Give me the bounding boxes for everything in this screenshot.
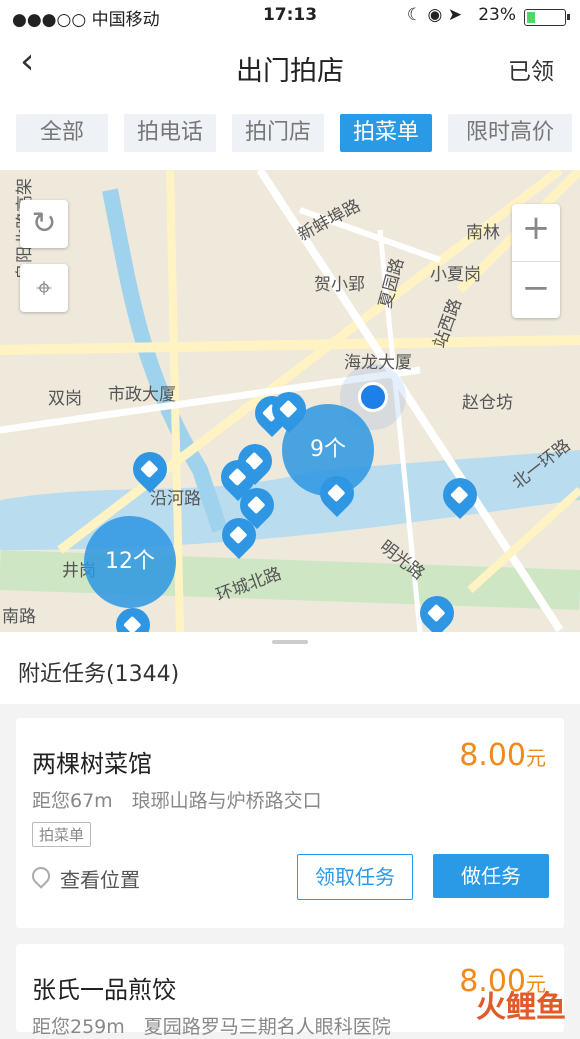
- zoom-out-button[interactable]: −: [512, 264, 560, 312]
- cluster-marker[interactable]: 12个: [84, 516, 176, 608]
- filter-tabs: 全部 拍电话 拍门店 拍菜单 限时高价: [0, 98, 580, 170]
- store-name: 两棵树菜馆: [32, 750, 152, 778]
- map-label: 小夏岗: [430, 265, 481, 285]
- battery-icon: [524, 9, 570, 26]
- claimed-button[interactable]: 已领: [508, 52, 554, 86]
- map-label: 南路: [2, 607, 36, 627]
- tab-limited-high-price[interactable]: 限时高价: [448, 114, 572, 152]
- sheet-drag-handle[interactable]: [272, 640, 308, 644]
- tab-menu[interactable]: 拍菜单: [340, 114, 432, 152]
- status-icons: ☾ ◉ ➤: [406, 5, 462, 25]
- map-label: 市政大厦: [108, 385, 176, 405]
- crosshair-icon: ⌖: [36, 271, 52, 304]
- tab-all[interactable]: 全部: [16, 114, 108, 152]
- map-label: 贺小郢: [314, 275, 365, 295]
- do-task-button[interactable]: 做任务: [433, 854, 549, 898]
- location-pin-icon: [28, 863, 54, 889]
- task-type-tag: 拍菜单: [32, 822, 92, 847]
- tab-phone[interactable]: 拍电话: [124, 114, 216, 152]
- battery-percent: 23%: [478, 5, 516, 25]
- claim-task-button[interactable]: 领取任务: [297, 854, 413, 900]
- store-distance-address: 距您67m 琅琊山路与炉桥路交口: [32, 790, 322, 812]
- map-view[interactable]: 新蚌埠路 贺小郢 小夏岗 南林 海龙大厦 市政大厦 双岗 赵仓坊 北一环路 明光…: [0, 170, 580, 632]
- zoom-control: + −: [512, 204, 560, 318]
- locate-button[interactable]: ⌖: [20, 264, 68, 312]
- map-label: 赵仓坊: [462, 393, 513, 413]
- map-label: 海龙大厦: [344, 353, 412, 373]
- price-value: 8.00: [459, 738, 526, 773]
- refresh-icon: ↻: [31, 206, 57, 241]
- zoom-in-button[interactable]: +: [512, 204, 560, 252]
- current-location-marker: [358, 382, 388, 412]
- view-location-link[interactable]: 查看位置: [28, 863, 140, 893]
- nav-bar: ‹ 出门拍店 已领: [0, 32, 580, 98]
- map-label: 双岗: [48, 389, 82, 409]
- view-location-label: 查看位置: [60, 868, 140, 892]
- task-price: 8.00元: [459, 738, 546, 773]
- status-bar: ●●●○○ 中国移动 17:13 ☾ ◉ ➤ 23%: [0, 0, 580, 32]
- page-title: 出门拍店: [236, 56, 344, 87]
- store-distance-address: 距您259m 夏园路罗马三期名人眼科医院: [32, 1016, 391, 1038]
- store-name: 张氏一品煎饺: [32, 976, 176, 1004]
- price-unit: 元: [526, 746, 546, 770]
- tab-storefront[interactable]: 拍门店: [232, 114, 324, 152]
- task-count-title: 附近任务(1344): [18, 662, 180, 687]
- task-card[interactable]: 两棵树菜馆 8.00元 距您67m 琅琊山路与炉桥路交口 拍菜单 查看位置 领取…: [16, 718, 564, 928]
- map-label: 南林: [466, 223, 500, 243]
- map-label: 沿河路: [150, 489, 201, 509]
- refresh-button[interactable]: ↻: [20, 200, 68, 248]
- watermark-logo: 火鲤鱼: [476, 990, 566, 1025]
